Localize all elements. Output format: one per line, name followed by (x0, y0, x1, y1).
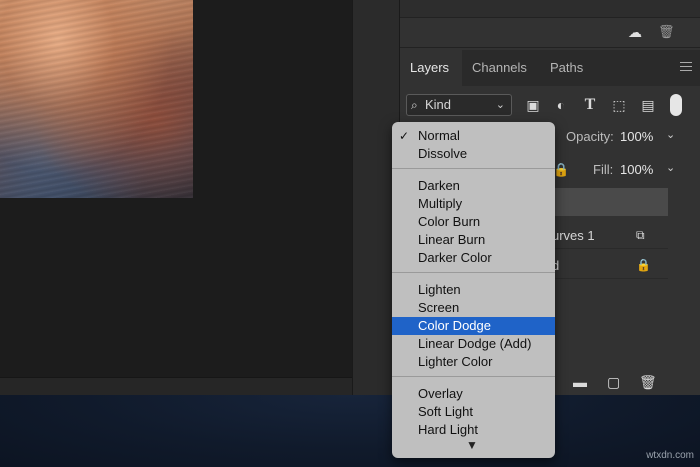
chevron-down-icon[interactable]: ⌄ (666, 161, 675, 174)
fill-label: Fill: (593, 162, 614, 177)
opacity-value[interactable]: 100% (620, 129, 653, 144)
panel-top-toolbar: ☁ 🗑 (400, 18, 700, 48)
menu-item-overlay[interactable]: Overlay (392, 385, 555, 403)
chevron-down-icon[interactable]: ⌄ (666, 128, 675, 141)
panel-top-strip (400, 0, 700, 18)
filter-kind-label: Kind (425, 97, 452, 112)
layer-row-selected[interactable] (550, 188, 668, 216)
trash-icon[interactable]: 🗑 (639, 374, 657, 391)
menu-item-linear-burn[interactable]: Linear Burn (392, 231, 555, 249)
menu-item-color-burn[interactable]: Color Burn (392, 213, 555, 231)
opacity-label: Opacity: (566, 129, 614, 144)
menu-separator (392, 168, 555, 169)
panel-tabs: Layers Channels Paths (400, 50, 700, 86)
adjustment-filter-icon[interactable]: ◐ (552, 96, 570, 114)
search-icon: ⌕ (411, 98, 418, 112)
menu-item-multiply[interactable]: Multiply (392, 195, 555, 213)
menu-item-darker-color[interactable]: Darker Color (392, 249, 555, 267)
menu-item-screen[interactable]: Screen (392, 299, 555, 317)
menu-item-lighter-color[interactable]: Lighter Color (392, 353, 555, 371)
menu-item-soft-light[interactable]: Soft Light (392, 403, 555, 421)
chevron-down-icon: ⌄ (495, 99, 505, 111)
menu-item-darken[interactable]: Darken (392, 177, 555, 195)
menu-item-lighten[interactable]: Lighten (392, 281, 555, 299)
adjustment-badge-icon: ⧉ (636, 228, 645, 242)
layer-name: urves 1 (552, 228, 595, 243)
canvas-status-bar (0, 377, 352, 395)
menu-item-hard-light[interactable]: Hard Light (392, 421, 555, 439)
cloud-sync-icon[interactable]: ☁ (628, 24, 642, 41)
type-filter-icon[interactable]: T (581, 96, 599, 114)
image-filter-icon[interactable]: ▣ (524, 96, 542, 114)
group-folder-icon[interactable]: ▬ (573, 374, 587, 390)
lock-icon[interactable]: 🔒 (553, 162, 569, 178)
filter-kind-select[interactable]: ⌕ Kind ⌄ (406, 94, 512, 116)
scroll-down-arrow-icon[interactable]: ▼ (466, 438, 478, 452)
fill-value[interactable]: 100% (620, 162, 653, 177)
lock-icon: 🔒 (636, 258, 651, 272)
filter-toggle[interactable] (670, 94, 682, 116)
tab-paths[interactable]: Paths (540, 50, 594, 86)
trash-icon[interactable]: 🗑 (658, 24, 675, 40)
menu-separator (392, 272, 555, 273)
tab-layers[interactable]: Layers (400, 50, 462, 86)
panel-menu-icon[interactable] (680, 62, 692, 72)
checkmark-icon: ✓ (399, 129, 410, 143)
blend-mode-menu[interactable]: ✓ Normal Dissolve Darken Multiply Color … (392, 122, 555, 458)
new-layer-icon[interactable]: ▢ (607, 374, 620, 391)
menu-item-dissolve[interactable]: Dissolve (392, 145, 555, 163)
menu-item-linear-dodge[interactable]: Linear Dodge (Add) (392, 335, 555, 353)
menu-item-color-dodge[interactable]: Color Dodge (392, 317, 555, 335)
document-canvas[interactable] (0, 0, 352, 395)
smart-object-filter-icon[interactable]: ▤ (639, 96, 657, 114)
menu-item-normal[interactable]: ✓ Normal (392, 127, 555, 145)
desktop-background: wtxdn.com (0, 395, 700, 467)
menu-separator (392, 376, 555, 377)
watermark: wtxdn.com (646, 450, 694, 461)
tab-channels[interactable]: Channels (462, 50, 540, 86)
shape-filter-icon[interactable]: ⬚ (610, 96, 628, 114)
